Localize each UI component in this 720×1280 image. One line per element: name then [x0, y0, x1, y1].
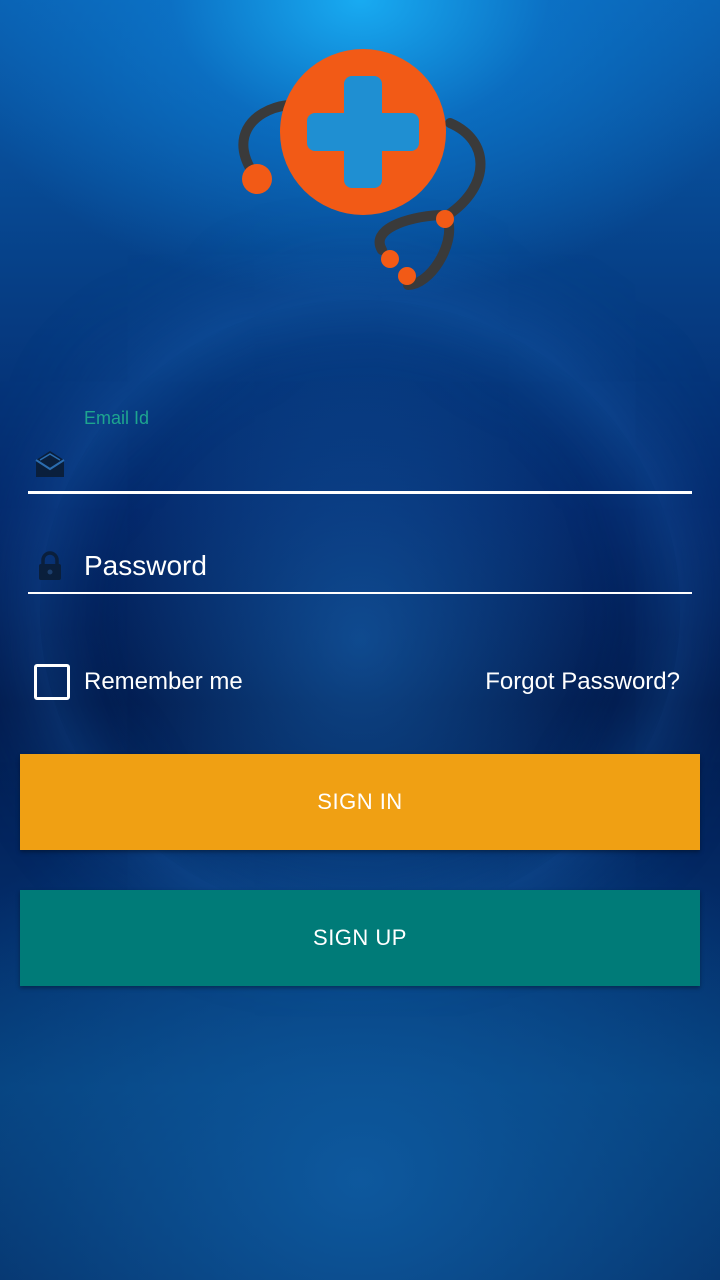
sign-up-button[interactable]: SIGN UP: [20, 890, 700, 986]
password-underline: [28, 592, 692, 594]
password-input[interactable]: [84, 546, 692, 586]
email-label: Email Id: [84, 408, 150, 428]
sign-in-button[interactable]: SIGN IN: [20, 754, 700, 850]
forgot-password-link[interactable]: Forgot Password?: [485, 668, 680, 696]
email-underline: [28, 491, 692, 494]
email-field[interactable]: Email Id: [28, 400, 692, 494]
sign-in-label: SIGN IN: [317, 789, 403, 814]
medical-cross-stethoscope-icon: [238, 49, 486, 290]
email-input[interactable]: [84, 444, 692, 484]
remember-me-label[interactable]: Remember me: [84, 668, 243, 696]
remember-me-row[interactable]: Remember me: [34, 664, 243, 700]
password-field[interactable]: [28, 540, 692, 594]
sign-up-label: SIGN UP: [313, 925, 407, 950]
app-logo: [230, 45, 490, 295]
lock-icon: [34, 550, 66, 582]
envelope-icon: [34, 448, 66, 480]
remember-me-checkbox[interactable]: [34, 664, 70, 700]
